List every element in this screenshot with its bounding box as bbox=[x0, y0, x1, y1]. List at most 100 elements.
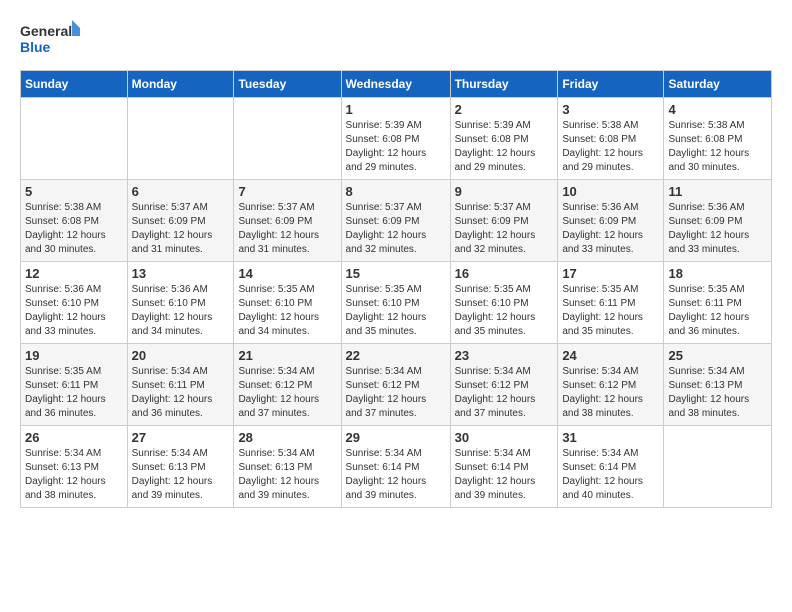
calendar-cell: 22Sunrise: 5:34 AM Sunset: 6:12 PM Dayli… bbox=[341, 344, 450, 426]
calendar-cell: 25 Sunrise: 5:34 AM Sunset: 6:13 PM Dayli… bbox=[664, 344, 772, 426]
calendar-cell: 18 Sunrise: 5:35 AM Sunset: 6:11 PM Dayli… bbox=[664, 262, 772, 344]
day-info: Sunrise: 5:34 AM Sunset: 6:12 PM Dayligh… bbox=[455, 365, 554, 421]
day-number: 6 bbox=[132, 184, 230, 199]
page-header: General Blue bbox=[20, 20, 772, 60]
day-info: Sunrise: 5:35 AM Sunset: 6:10 PM Dayligh… bbox=[346, 283, 446, 339]
day-info: Sunrise: 5:34 AM Sunset: 6:12 PM Dayligh… bbox=[238, 365, 336, 421]
day-info: Sunrise: 5:36 AM Sunset: 6:09 PM Dayligh… bbox=[668, 201, 767, 257]
calendar-cell: 4 Sunrise: 5:38 AM Sunset: 6:08 PM Daylig… bbox=[664, 98, 772, 180]
day-number: 10 bbox=[562, 184, 659, 199]
weekday-header-thursday: Thursday bbox=[450, 71, 558, 98]
day-number: 17 bbox=[562, 266, 659, 281]
logo-svg: General Blue bbox=[20, 20, 80, 60]
day-info: Sunrise: 5:37 AM Sunset: 6:09 PM Dayligh… bbox=[455, 201, 554, 257]
day-number: 29 bbox=[346, 430, 446, 445]
day-number: 8 bbox=[346, 184, 446, 199]
calendar-cell: 24Sunrise: 5:34 AM Sunset: 6:12 PM Dayli… bbox=[558, 344, 664, 426]
day-number: 3 bbox=[562, 102, 659, 117]
week-row-1: 1 Sunrise: 5:39 AM Sunset: 6:08 PM Daylig… bbox=[21, 98, 772, 180]
weekday-header-saturday: Saturday bbox=[664, 71, 772, 98]
day-info: Sunrise: 5:34 AM Sunset: 6:13 PM Dayligh… bbox=[668, 365, 767, 421]
day-info: Sunrise: 5:39 AM Sunset: 6:08 PM Dayligh… bbox=[346, 119, 446, 175]
calendar-cell: 7 Sunrise: 5:37 AM Sunset: 6:09 PM Daylig… bbox=[234, 180, 341, 262]
calendar-cell: 12Sunrise: 5:36 AM Sunset: 6:10 PM Dayli… bbox=[21, 262, 128, 344]
calendar-cell: 5 Sunrise: 5:38 AM Sunset: 6:08 PM Daylig… bbox=[21, 180, 128, 262]
day-info: Sunrise: 5:34 AM Sunset: 6:13 PM Dayligh… bbox=[132, 447, 230, 503]
calendar-cell: 19 Sunrise: 5:35 AM Sunset: 6:11 PM Dayli… bbox=[21, 344, 128, 426]
calendar-cell: 9 Sunrise: 5:37 AM Sunset: 6:09 PM Daylig… bbox=[450, 180, 558, 262]
calendar-cell: 6 Sunrise: 5:37 AM Sunset: 6:09 PM Daylig… bbox=[127, 180, 234, 262]
day-number: 19 bbox=[25, 348, 123, 363]
day-info: Sunrise: 5:34 AM Sunset: 6:13 PM Dayligh… bbox=[25, 447, 123, 503]
calendar-cell bbox=[127, 98, 234, 180]
day-number: 16 bbox=[455, 266, 554, 281]
day-info: Sunrise: 5:38 AM Sunset: 6:08 PM Dayligh… bbox=[562, 119, 659, 175]
day-number: 22 bbox=[346, 348, 446, 363]
day-info: Sunrise: 5:34 AM Sunset: 6:11 PM Dayligh… bbox=[132, 365, 230, 421]
day-info: Sunrise: 5:34 AM Sunset: 6:12 PM Dayligh… bbox=[562, 365, 659, 421]
day-info: Sunrise: 5:34 AM Sunset: 6:14 PM Dayligh… bbox=[562, 447, 659, 503]
day-number: 14 bbox=[238, 266, 336, 281]
day-info: Sunrise: 5:34 AM Sunset: 6:14 PM Dayligh… bbox=[346, 447, 446, 503]
day-number: 1 bbox=[346, 102, 446, 117]
day-info: Sunrise: 5:36 AM Sunset: 6:09 PM Dayligh… bbox=[562, 201, 659, 257]
day-number: 26 bbox=[25, 430, 123, 445]
day-number: 4 bbox=[668, 102, 767, 117]
day-info: Sunrise: 5:35 AM Sunset: 6:10 PM Dayligh… bbox=[238, 283, 336, 339]
day-number: 27 bbox=[132, 430, 230, 445]
week-row-5: 26 Sunrise: 5:34 AM Sunset: 6:13 PM Dayli… bbox=[21, 426, 772, 508]
calendar-cell bbox=[21, 98, 128, 180]
day-info: Sunrise: 5:37 AM Sunset: 6:09 PM Dayligh… bbox=[132, 201, 230, 257]
calendar-cell: 28 Sunrise: 5:34 AM Sunset: 6:13 PM Dayli… bbox=[234, 426, 341, 508]
calendar-cell: 21 Sunrise: 5:34 AM Sunset: 6:12 PM Dayli… bbox=[234, 344, 341, 426]
day-info: Sunrise: 5:38 AM Sunset: 6:08 PM Dayligh… bbox=[25, 201, 123, 257]
day-number: 31 bbox=[562, 430, 659, 445]
calendar-cell: 3 Sunrise: 5:38 AM Sunset: 6:08 PM Daylig… bbox=[558, 98, 664, 180]
weekday-header-sunday: Sunday bbox=[21, 71, 128, 98]
calendar-table: SundayMondayTuesdayWednesdayThursdayFrid… bbox=[20, 70, 772, 508]
day-info: Sunrise: 5:35 AM Sunset: 6:11 PM Dayligh… bbox=[25, 365, 123, 421]
day-info: Sunrise: 5:34 AM Sunset: 6:13 PM Dayligh… bbox=[238, 447, 336, 503]
svg-text:Blue: Blue bbox=[20, 39, 51, 55]
day-info: Sunrise: 5:34 AM Sunset: 6:14 PM Dayligh… bbox=[455, 447, 554, 503]
day-info: Sunrise: 5:35 AM Sunset: 6:11 PM Dayligh… bbox=[562, 283, 659, 339]
calendar-cell: 20 Sunrise: 5:34 AM Sunset: 6:11 PM Dayli… bbox=[127, 344, 234, 426]
calendar-cell: 15Sunrise: 5:35 AM Sunset: 6:10 PM Dayli… bbox=[341, 262, 450, 344]
calendar-cell: 2Sunrise: 5:39 AM Sunset: 6:08 PM Daylig… bbox=[450, 98, 558, 180]
day-number: 25 bbox=[668, 348, 767, 363]
day-number: 28 bbox=[238, 430, 336, 445]
calendar-cell: 26 Sunrise: 5:34 AM Sunset: 6:13 PM Dayli… bbox=[21, 426, 128, 508]
svg-text:General: General bbox=[20, 23, 72, 39]
week-row-3: 12Sunrise: 5:36 AM Sunset: 6:10 PM Dayli… bbox=[21, 262, 772, 344]
calendar-cell: 14 Sunrise: 5:35 AM Sunset: 6:10 PM Dayli… bbox=[234, 262, 341, 344]
calendar-cell: 10 Sunrise: 5:36 AM Sunset: 6:09 PM Dayli… bbox=[558, 180, 664, 262]
calendar-cell: 29 Sunrise: 5:34 AM Sunset: 6:14 PM Dayli… bbox=[341, 426, 450, 508]
weekday-header-tuesday: Tuesday bbox=[234, 71, 341, 98]
day-number: 21 bbox=[238, 348, 336, 363]
day-info: Sunrise: 5:36 AM Sunset: 6:10 PM Dayligh… bbox=[132, 283, 230, 339]
day-info: Sunrise: 5:36 AM Sunset: 6:10 PM Dayligh… bbox=[25, 283, 123, 339]
calendar-cell: 8Sunrise: 5:37 AM Sunset: 6:09 PM Daylig… bbox=[341, 180, 450, 262]
weekday-header-row: SundayMondayTuesdayWednesdayThursdayFrid… bbox=[21, 71, 772, 98]
day-info: Sunrise: 5:37 AM Sunset: 6:09 PM Dayligh… bbox=[238, 201, 336, 257]
week-row-2: 5 Sunrise: 5:38 AM Sunset: 6:08 PM Daylig… bbox=[21, 180, 772, 262]
calendar-cell bbox=[234, 98, 341, 180]
day-number: 9 bbox=[455, 184, 554, 199]
day-number: 5 bbox=[25, 184, 123, 199]
weekday-header-wednesday: Wednesday bbox=[341, 71, 450, 98]
calendar-cell: 16Sunrise: 5:35 AM Sunset: 6:10 PM Dayli… bbox=[450, 262, 558, 344]
calendar-cell: 13Sunrise: 5:36 AM Sunset: 6:10 PM Dayli… bbox=[127, 262, 234, 344]
day-number: 11 bbox=[668, 184, 767, 199]
calendar-cell: 23Sunrise: 5:34 AM Sunset: 6:12 PM Dayli… bbox=[450, 344, 558, 426]
day-info: Sunrise: 5:38 AM Sunset: 6:08 PM Dayligh… bbox=[668, 119, 767, 175]
day-number: 20 bbox=[132, 348, 230, 363]
day-number: 2 bbox=[455, 102, 554, 117]
day-number: 7 bbox=[238, 184, 336, 199]
calendar-cell: 31 Sunrise: 5:34 AM Sunset: 6:14 PM Dayli… bbox=[558, 426, 664, 508]
weekday-header-friday: Friday bbox=[558, 71, 664, 98]
day-number: 18 bbox=[668, 266, 767, 281]
day-info: Sunrise: 5:35 AM Sunset: 6:11 PM Dayligh… bbox=[668, 283, 767, 339]
weekday-header-monday: Monday bbox=[127, 71, 234, 98]
calendar-cell: 11 Sunrise: 5:36 AM Sunset: 6:09 PM Dayli… bbox=[664, 180, 772, 262]
calendar-cell: 17 Sunrise: 5:35 AM Sunset: 6:11 PM Dayli… bbox=[558, 262, 664, 344]
